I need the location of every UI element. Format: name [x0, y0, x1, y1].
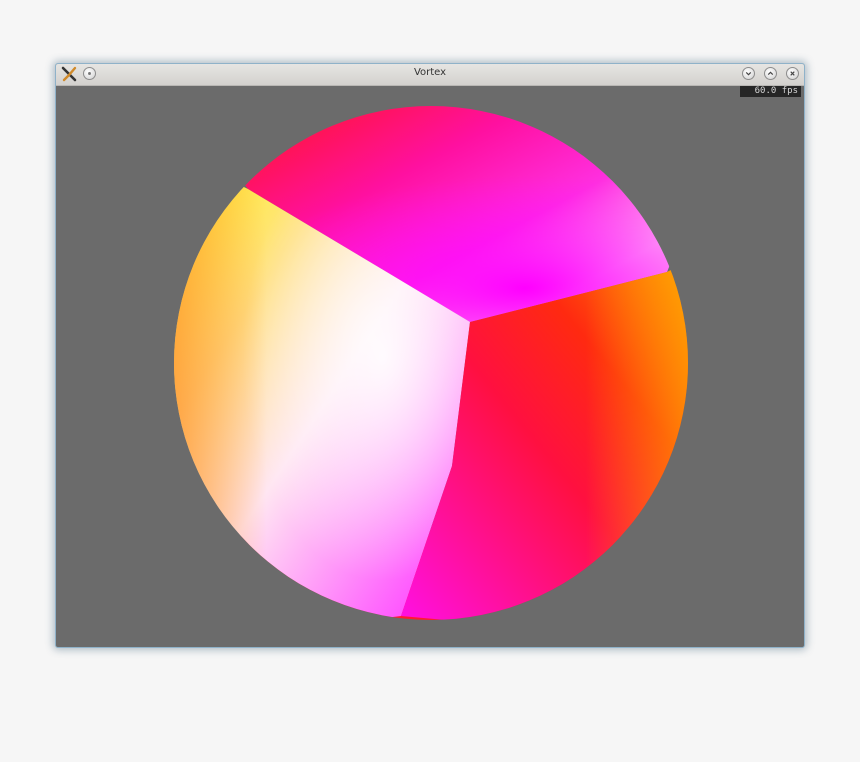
maximize-button[interactable] [764, 67, 777, 80]
window-controls [742, 67, 799, 80]
window-title: Vortex [413, 67, 447, 78]
render-viewport[interactable]: 60.0 fps [57, 86, 803, 646]
vortex-sphere [174, 106, 688, 620]
close-icon [790, 71, 795, 76]
app-window: Vortex 60.0 fps [55, 63, 805, 648]
chevron-down-icon [745, 72, 752, 76]
chevron-up-icon [767, 71, 774, 75]
minimize-button[interactable] [742, 67, 755, 80]
close-button[interactable] [786, 67, 799, 80]
title-bar[interactable]: Vortex [56, 64, 804, 86]
